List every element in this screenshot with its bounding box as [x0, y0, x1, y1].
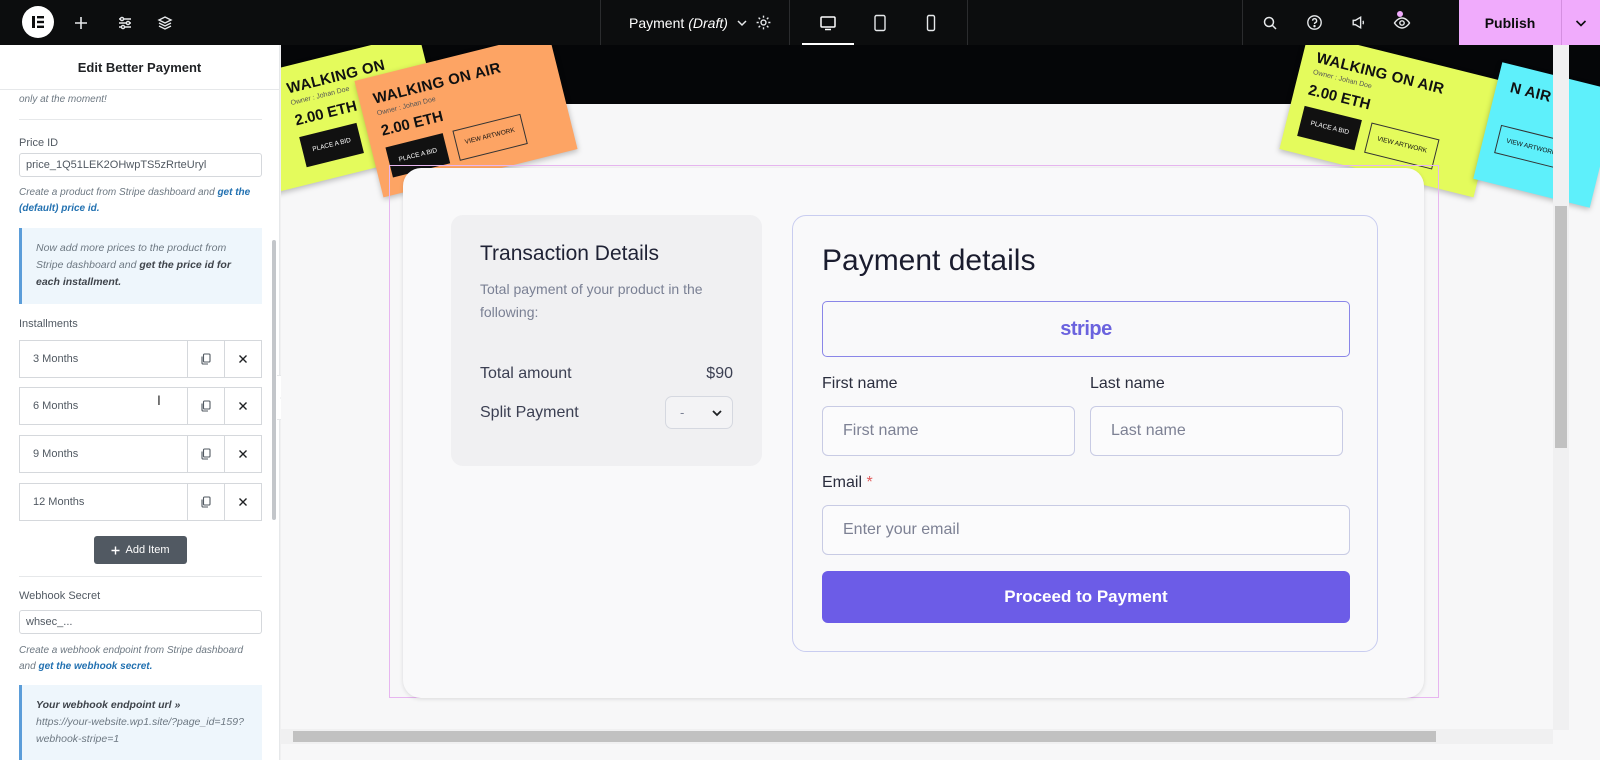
panel-title: Edit Better Payment	[0, 45, 279, 90]
price-note-text: Create a product from Stripe dashboard a…	[19, 187, 215, 198]
installment-info-box: Now add more prices to the product from …	[19, 228, 262, 304]
stripe-logo: stripe	[1060, 317, 1112, 340]
mobile-view-icon[interactable]	[906, 0, 956, 45]
webhook-secret-label: Webhook Secret	[19, 590, 101, 602]
search-icon[interactable]	[1257, 0, 1283, 45]
duplicate-icon[interactable]	[187, 388, 224, 424]
email-input[interactable]: Enter your email	[822, 505, 1350, 555]
view-artwork-button[interactable]: VIEW ARTWORK	[1364, 122, 1440, 170]
duplicate-icon[interactable]	[187, 436, 224, 472]
required-asterisk: *	[866, 474, 873, 491]
split-payment-value: -	[680, 405, 685, 420]
installment-title[interactable]: 6 Months	[20, 388, 187, 424]
split-payment-select[interactable]: -	[665, 396, 733, 429]
horizontal-scroll-thumb[interactable]	[293, 731, 1436, 742]
transaction-title: Transaction Details	[480, 242, 659, 265]
divider	[19, 576, 262, 577]
place-bid-button[interactable]: PLACE A BID	[1297, 105, 1363, 151]
whats-new-megaphone-icon[interactable]	[1345, 0, 1371, 45]
publish-button[interactable]: Publish	[1459, 0, 1561, 45]
stripe-method-button[interactable]: stripe	[822, 301, 1350, 357]
doc-status: (Draft)	[688, 14, 728, 31]
plus-icon	[111, 546, 120, 554]
desktop-view-icon[interactable]	[802, 0, 854, 45]
endpoint-url: https://your-website.wp1.site/?page_id=1…	[36, 716, 244, 745]
help-icon[interactable]	[1301, 0, 1327, 45]
email-label: Email *	[822, 474, 873, 492]
panel-scrollbar[interactable]	[272, 240, 276, 520]
site-settings-icon[interactable]	[112, 0, 138, 45]
remove-icon[interactable]	[224, 341, 261, 377]
proceed-to-payment-button[interactable]: Proceed to Payment	[822, 571, 1350, 623]
remove-icon[interactable]	[224, 388, 261, 424]
text-cursor-icon: I	[157, 392, 161, 408]
installment-item[interactable]: 12 Months	[19, 483, 262, 521]
price-id-help: Create a product from Stripe dashboard a…	[19, 185, 262, 217]
elementor-logo-icon[interactable]	[22, 6, 54, 38]
first-name-input[interactable]: First name	[822, 406, 1075, 456]
add-element-icon[interactable]	[68, 0, 94, 45]
chevron-down-icon	[737, 19, 747, 26]
total-amount-value: $90	[706, 365, 733, 382]
add-item-label: Add Item	[125, 544, 170, 556]
webhook-help: Create a webhook endpoint from Stripe da…	[19, 643, 262, 675]
installment-title[interactable]: 3 Months	[20, 341, 187, 377]
top-note: only at the moment!	[19, 94, 107, 105]
duplicate-icon[interactable]	[187, 484, 224, 520]
email-label-text: Email	[822, 474, 863, 491]
payment-title: Payment details	[822, 244, 1036, 277]
remove-icon[interactable]	[224, 484, 261, 520]
last-name-label: Last name	[1090, 375, 1165, 392]
last-name-input[interactable]: Last name	[1090, 406, 1343, 456]
transaction-details-card: Transaction Details Total payment of you…	[451, 215, 762, 466]
split-payment-label: Split Payment	[480, 403, 579, 421]
page-settings-gear-icon[interactable]	[750, 0, 776, 45]
divider	[19, 119, 262, 120]
total-amount-label: Total amount	[480, 365, 572, 382]
remove-icon[interactable]	[224, 436, 261, 472]
tablet-view-icon[interactable]	[854, 0, 906, 45]
view-artwork-button[interactable]: VIEW ARTWORK	[452, 113, 528, 161]
first-name-label: First name	[822, 375, 898, 392]
installment-item[interactable]: 3 Months	[19, 340, 262, 378]
price-id-input[interactable]: price_1Q51LEK2OHwpTS5zRrteUryl	[19, 153, 262, 177]
preview-canvas: WALKING ON Owner : Johan Doe 2.00 ETH PL…	[281, 45, 1600, 760]
installment-title[interactable]: 12 Months	[20, 484, 187, 520]
preview-eye-icon[interactable]	[1389, 0, 1415, 45]
installments-label: Installments	[19, 318, 78, 330]
chevron-down-icon	[712, 409, 722, 416]
payment-details-form: Payment details stripe First name Last n…	[792, 215, 1378, 652]
chevron-down-icon	[1575, 19, 1587, 27]
doc-name: Payment	[629, 14, 685, 31]
editor-panel: Edit Better Payment only at the moment! …	[0, 45, 280, 760]
installment-item[interactable]: 6 Months	[19, 387, 262, 425]
document-title[interactable]: Payment (Draft)	[629, 0, 748, 45]
split-payment-row: Split Payment -	[480, 396, 733, 429]
vertical-scroll-thumb[interactable]	[1555, 206, 1567, 448]
price-id-label: Price ID	[19, 137, 59, 149]
webhook-secret-input[interactable]: whsec_...	[19, 610, 262, 634]
duplicate-icon[interactable]	[187, 341, 224, 377]
place-bid-button[interactable]: PLACE A BID	[299, 122, 365, 168]
installment-item[interactable]: 9 Months	[19, 435, 262, 473]
total-amount-row: Total amount $90	[480, 365, 733, 383]
webhook-endpoint-box: Your webhook endpoint url » https://your…	[19, 685, 262, 760]
get-webhook-secret-link[interactable]: get the webhook secret.	[38, 661, 152, 672]
editor-topbar: Payment (Draft) Publish	[0, 0, 1600, 45]
endpoint-title: Your webhook endpoint url »	[36, 699, 181, 711]
transaction-subtitle: Total payment of your product in the fol…	[480, 281, 703, 320]
installment-title[interactable]: 9 Months	[20, 436, 187, 472]
structure-layers-icon[interactable]	[152, 0, 178, 45]
add-item-button[interactable]: Add Item	[94, 536, 187, 564]
publish-options-button[interactable]	[1561, 0, 1600, 45]
